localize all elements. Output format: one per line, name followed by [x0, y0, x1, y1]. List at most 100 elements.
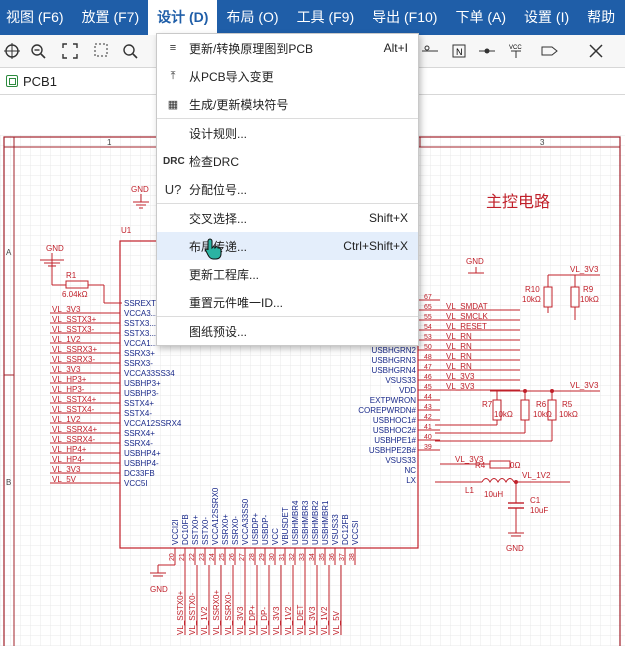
- menu-item-label: 生成/更新模块符号: [189, 97, 289, 112]
- svg-text:VCC: VCC: [509, 45, 522, 51]
- right-pin-number: 55: [424, 314, 432, 321]
- u1-right-pin-label: NC: [404, 466, 416, 475]
- left-net-label: VL_HP3+: [52, 375, 87, 384]
- menu-export[interactable]: 导出 (F10): [363, 0, 446, 35]
- bottom-pin-number: 37: [339, 553, 346, 561]
- ruler-left-a: A: [6, 248, 12, 257]
- menu-settings[interactable]: 设置 (I): [515, 0, 578, 35]
- gnd-label-top: GND: [131, 185, 149, 194]
- tab-pcb1[interactable]: PCB1: [6, 71, 57, 91]
- right-net-label: VL_3V3: [446, 382, 475, 391]
- menu-layout[interactable]: 布局 (O): [217, 0, 287, 35]
- menu-view[interactable]: 视图 (F6): [0, 0, 73, 35]
- menu-item-shortcut: Shift+X: [368, 211, 408, 225]
- u1-right-pin-label: USBHPE1#: [374, 436, 416, 445]
- u1-right-pin-label: LX: [406, 476, 416, 485]
- u1-right-pin-label: VDD: [399, 386, 416, 395]
- bottom-net-label: VL_3V3: [308, 606, 317, 635]
- u1-bottom-pin-label: SSRX0-: [231, 516, 240, 545]
- vcc-icon[interactable]: VCC: [508, 41, 528, 61]
- u1-left-pin-label: SSTX4+: [124, 399, 154, 408]
- right-net-label: VL_RN: [446, 342, 472, 351]
- menu-item-update-project-library[interactable]: 更新工程库...: [157, 260, 418, 288]
- u1-left-pin-label: USBHP4+: [124, 449, 161, 458]
- menu-tools[interactable]: 工具 (F9): [288, 0, 364, 35]
- menu-place[interactable]: 放置 (F7): [73, 0, 149, 35]
- bottom-net-label: VL_DP+: [248, 605, 257, 635]
- search-icon[interactable]: [120, 41, 140, 61]
- ruler-left-b: B: [6, 478, 11, 487]
- crosshair-icon[interactable]: [2, 41, 22, 61]
- r6-ref: R6: [536, 400, 547, 409]
- bottom-net-label: VL_1V2: [320, 606, 329, 635]
- right-pin-number: 46: [424, 374, 432, 381]
- bottom-net-label: VL_3V3: [236, 606, 245, 635]
- fit-icon[interactable]: [60, 41, 80, 61]
- menu-item-assign-designators[interactable]: U? 分配位号...: [157, 175, 418, 203]
- menu-design[interactable]: 设计 (D): [148, 0, 218, 35]
- bottom-net-label: VL_5V: [332, 610, 341, 635]
- netport-icon[interactable]: [540, 41, 560, 61]
- menu-item-layout-transfer[interactable]: 布局传递... Ctrl+Shift+X: [157, 232, 418, 260]
- no-connect-icon[interactable]: [586, 41, 606, 61]
- wire-icon[interactable]: [477, 41, 497, 61]
- update-pcb-icon: ≡: [169, 42, 177, 54]
- menu-item-sheet-presets[interactable]: 图纸预设...: [157, 317, 418, 345]
- right-net-label: VL_3V3: [446, 372, 475, 381]
- netflag-icon[interactable]: N: [449, 41, 469, 61]
- r1-ref: R1: [66, 271, 77, 280]
- left-net-label: VL_SSRX3-: [52, 355, 95, 364]
- r1-value: 6.04kΩ: [62, 290, 88, 299]
- bottom-pin-number: 34: [309, 553, 316, 561]
- menu-item-check-drc[interactable]: DRC 检查DRC: [157, 147, 418, 175]
- vl-3v3-mid-label: VL_3V3: [570, 381, 599, 390]
- menu-item-reset-unique-id[interactable]: 重置元件唯一ID...: [157, 288, 418, 316]
- u1-bottom-pin-label: VCCA12SSRX0: [211, 487, 220, 545]
- right-pin-number: 48: [424, 354, 432, 361]
- right-pin-number: 53: [424, 334, 432, 341]
- menu-item-import-from-pcb[interactable]: ⤒ 从PCB导入变更: [157, 62, 418, 90]
- menu-item-design-rules[interactable]: 设计规则...: [157, 119, 418, 147]
- right-net-label: VL_RN: [446, 362, 472, 371]
- menu-item-label: 重置元件唯一ID...: [189, 295, 284, 310]
- l1-ref: L1: [465, 486, 474, 495]
- bottom-pin-number: 27: [239, 553, 246, 561]
- left-net-label: VL_SSRX4-: [52, 435, 95, 444]
- u1-right-pin-label: VSUS33: [385, 376, 416, 385]
- gnd-label-left: GND: [46, 244, 64, 253]
- menu-item-update-pcb[interactable]: ≡ 更新/转换原理图到PCB Alt+I: [157, 34, 418, 62]
- right-net-label: VL_SMCLK: [446, 312, 488, 321]
- menu-item-label: 从PCB导入变更: [189, 69, 274, 84]
- u1-right-pin-label: USBHOC1#: [373, 416, 417, 425]
- menu-help[interactable]: 帮助: [578, 0, 624, 35]
- right-pin-number: 45: [424, 384, 432, 391]
- hand-cursor-icon: [205, 238, 222, 260]
- right-pin-number: 67: [424, 294, 432, 301]
- menu-order[interactable]: 下单 (A): [446, 0, 515, 35]
- zoom-area-icon[interactable]: [92, 41, 112, 61]
- menu-item-generate-module-symbol[interactable]: ▦ 生成/更新模块符号: [157, 90, 418, 118]
- left-net-label: VL_HP4-: [52, 455, 85, 464]
- menu-item-label: 更新工程库...: [189, 267, 260, 282]
- gnd-label-bottom: GND: [150, 585, 168, 594]
- u1-right-pin-label: USBHGRN4: [372, 366, 417, 375]
- u1-bottom-pin-label: VCCA33SS0: [241, 498, 250, 545]
- bottom-net-label: VL_SSTX0+: [176, 590, 185, 635]
- menu-item-cross-select[interactable]: 交叉选择... Shift+X: [157, 204, 418, 232]
- r5-value: 10kΩ: [559, 410, 578, 419]
- bottom-pin-number: 21: [179, 553, 186, 561]
- bottom-net-label: VL_DP-: [260, 607, 269, 635]
- u1-right-pin-label: USBHPE2B#: [369, 446, 417, 455]
- zoom-out-icon[interactable]: [28, 41, 48, 61]
- u1-left-pin-label: VCCA12SSRX4: [124, 419, 182, 428]
- u1-left-pin-label: DC33FB: [124, 469, 155, 478]
- tab-pcb1-label: PCB1: [23, 73, 57, 89]
- pin-icon[interactable]: [420, 41, 440, 61]
- bottom-net-label: VL_SSTX0-: [188, 592, 197, 635]
- menu-item-label: 交叉选择...: [189, 211, 248, 226]
- u1-left-pin-label: VCCA1...: [124, 339, 157, 348]
- u1-left-pin-label: VCCA3...: [124, 309, 157, 318]
- u1-bottom-pin-label: USBDP+: [251, 512, 260, 545]
- u1-bottom-pin-label: USBDP-: [261, 514, 270, 545]
- u1-left-pin-label: SSRX4+: [124, 429, 155, 438]
